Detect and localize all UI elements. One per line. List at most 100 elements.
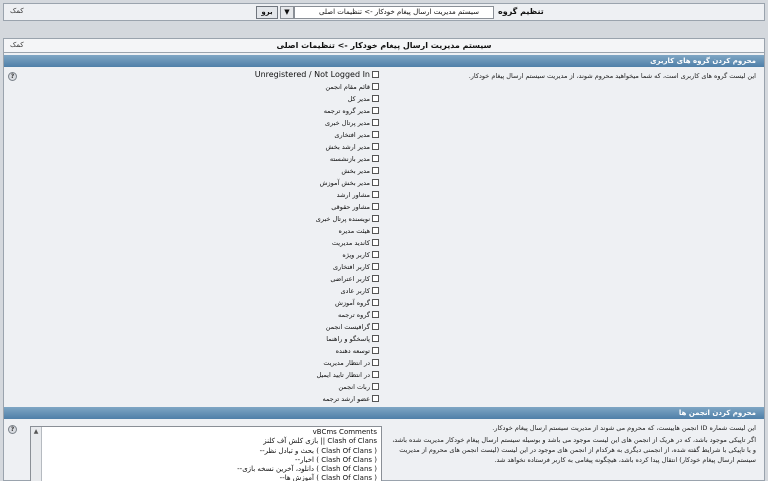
usergroup-label: کاربر افتخاری — [333, 262, 370, 271]
usergroup-checkbox[interactable] — [372, 287, 379, 294]
usergroup-label: مدیر بخش — [341, 166, 370, 175]
usergroup-label: مشاور ارشد — [336, 190, 370, 199]
section-header-excluded-usergroups: محروم کردن گروه های کاربری — [4, 55, 764, 67]
usergroup-label: مدیر کل — [347, 94, 370, 103]
usergroup-label: مدیر گروه ترجمه — [323, 106, 370, 115]
help-icon[interactable]: ? — [8, 425, 17, 434]
usergroup-checkbox[interactable] — [372, 119, 379, 126]
forum-options: vBCms Comments بازی کلش آف کلنز || Clash … — [47, 428, 377, 481]
usergroup-option[interactable]: کاربر ویژه — [342, 249, 379, 260]
usergroup-checkbox[interactable] — [372, 203, 379, 210]
usergroup-option[interactable]: مدیر پرتال خبری — [325, 117, 379, 128]
usergroup-option[interactable]: کاربر افتخاری — [333, 261, 379, 272]
usergroup-label: در انتظار مدیریت — [323, 358, 370, 367]
usergroup-option[interactable]: مدیر بخش — [341, 165, 379, 176]
forum-option[interactable]: vBCms Comments — [47, 428, 377, 437]
usergroup-label: توسعه دهنده — [335, 346, 370, 355]
usergroup-option[interactable]: توسعه دهنده — [336, 345, 379, 356]
usergroup-checkbox[interactable] — [372, 227, 379, 234]
usergroup-label: مدیر ارشد بخش — [325, 142, 370, 151]
usergroup-checkbox[interactable] — [372, 191, 379, 198]
forum-option[interactable]: --اخبار ( Clash Of Clans ) — [47, 456, 377, 465]
usergroup-label: گروه ترجمه — [338, 310, 370, 319]
usergroup-option[interactable]: مشاور حقوقی — [331, 201, 379, 212]
usergroup-checkbox[interactable] — [372, 131, 379, 138]
usergroup-checkbox[interactable] — [372, 215, 379, 222]
usergroup-checkbox[interactable] — [372, 71, 379, 78]
usergroup-label: نویسنده پرتال خبری — [315, 214, 370, 223]
usergroup-option[interactable]: گروه ترجمه — [338, 309, 379, 320]
usergroup-option[interactable]: کاندید مدیریت — [332, 237, 379, 248]
usergroup-option[interactable]: گروه آموزش — [335, 297, 379, 308]
forum-option[interactable]: بازی کلش آف کلنز || Clash of Clans — [47, 437, 377, 446]
usergroup-option[interactable]: پاسخگو و راهنما — [326, 333, 379, 344]
forum-option[interactable]: --بحث و تبادل نظر ( Clash Of Clans ) — [47, 447, 377, 456]
settings-panel: سیستم مدیریت ارسال پیغام خودکار -> تنظیم… — [3, 38, 765, 481]
usergroup-label: ربات انجمن — [338, 382, 370, 391]
usergroup-option[interactable]: هیئت مدیره — [338, 225, 379, 236]
usergroup-label: مدیر بازنشسته — [329, 154, 370, 163]
usergroup-label: قائم مقام انجمن — [325, 82, 370, 91]
usergroup-checkbox[interactable] — [372, 383, 379, 390]
usergroup-option[interactable]: قائم مقام انجمن — [325, 81, 379, 92]
usergroup-option[interactable]: نویسنده پرتال خبری — [316, 213, 379, 224]
forum-multiselect[interactable]: ▲ vBCms Comments بازی کلش آف کلنز || Clas… — [30, 426, 382, 481]
usergroup-label: در انتظار تایید ایمیل — [316, 370, 371, 379]
usergroup-label: مدیر پرتال خبری — [325, 118, 370, 127]
usergroup-checkbox[interactable] — [372, 323, 379, 330]
usergroup-label: مشاور حقوقی — [331, 202, 370, 211]
usergroup-option[interactable]: ربات انجمن — [338, 381, 379, 392]
panel-help-link[interactable]: کمک — [10, 41, 24, 49]
usergroup-checkbox[interactable] — [372, 299, 379, 306]
usergroup-option[interactable]: کاربر اعتراضی — [330, 273, 379, 284]
forum-option[interactable]: --آموزش ها ( Clash Of Clans ) — [47, 474, 377, 481]
usergroup-option[interactable]: مدیر کل — [348, 93, 379, 104]
usergroup-checkbox[interactable] — [372, 263, 379, 270]
usergroup-checkbox[interactable] — [372, 155, 379, 162]
usergroup-option[interactable]: گرافیست انجمن — [326, 321, 379, 332]
usergroup-label: گرافیست انجمن — [325, 322, 370, 331]
usergroup-option[interactable]: مشاور ارشد — [337, 189, 379, 200]
usergroup-label: هیئت مدیره — [338, 226, 371, 235]
go-button[interactable]: برو — [256, 6, 278, 19]
usergroup-checkbox[interactable] — [372, 335, 379, 342]
usergroup-label: کاندید مدیریت — [331, 238, 370, 247]
usergroup-checkbox[interactable] — [372, 95, 379, 102]
usergroup-option[interactable]: مدیر گروه ترجمه — [324, 105, 379, 116]
usergroup-option[interactable]: مدیر بازنشسته — [330, 153, 379, 164]
help-link[interactable]: کمک — [10, 7, 24, 15]
usergroup-option[interactable]: مدیر ارشد بخش — [325, 141, 379, 152]
usergroup-checkbox[interactable] — [372, 275, 379, 282]
usergroup-checkbox[interactable] — [372, 107, 379, 114]
usergroup-option[interactable]: کاربر عادی — [340, 285, 379, 296]
panel-header: سیستم مدیریت ارسال پیغام خودکار -> تنظیم… — [4, 39, 764, 53]
usergroup-checkbox[interactable] — [372, 347, 379, 354]
usergroup-checkbox[interactable] — [372, 359, 379, 366]
usergroup-option[interactable]: در انتظار تایید ایمیل — [316, 369, 379, 380]
usergroup-label: مدیر افتخاری — [334, 130, 370, 139]
usergroup-checkbox[interactable] — [372, 311, 379, 318]
section-header-excluded-forums: محروم کردن انجمن ها — [4, 407, 764, 419]
usergroup-checkbox[interactable] — [372, 179, 379, 186]
usergroup-option[interactable]: عضو ارشد ترجمه — [323, 393, 379, 404]
usergroup-checkbox[interactable] — [372, 395, 379, 402]
group-select[interactable]: سیستم مدیریت ارسال پیغام خودکار -> تنظیم… — [294, 6, 494, 19]
usergroup-checkbox[interactable] — [372, 143, 379, 150]
usergroup-checkbox[interactable] — [372, 167, 379, 174]
usergroup-checkbox[interactable] — [372, 83, 379, 90]
usergroup-label: پاسخگو و راهنما — [326, 334, 370, 343]
usergroup-checkbox[interactable] — [372, 251, 379, 258]
usergroup-label: مدیر بخش آموزش — [319, 178, 370, 187]
usergroup-option[interactable]: مدیر بخش آموزش — [320, 177, 379, 188]
usergroup-checkbox[interactable] — [372, 371, 379, 378]
chevron-up-icon[interactable]: ▲ — [31, 427, 41, 437]
chevron-down-icon[interactable]: ▼ — [280, 6, 294, 19]
usergroup-option[interactable]: مدیر افتخاری — [334, 129, 379, 140]
section-description-usergroups: این لیست گروه های کاربری است، که شما میخ… — [468, 72, 756, 80]
usergroup-option[interactable]: در انتظار مدیریت — [323, 357, 379, 368]
group-settings-bar: کمک تنظیم گروه سیستم مدیریت ارسال پیغام … — [3, 3, 765, 21]
help-icon[interactable]: ? — [8, 72, 17, 81]
usergroup-option[interactable]: Unregistered / Not Logged In — [255, 69, 379, 80]
usergroup-checkbox[interactable] — [372, 239, 379, 246]
scrollbar[interactable]: ▲ — [31, 427, 42, 481]
